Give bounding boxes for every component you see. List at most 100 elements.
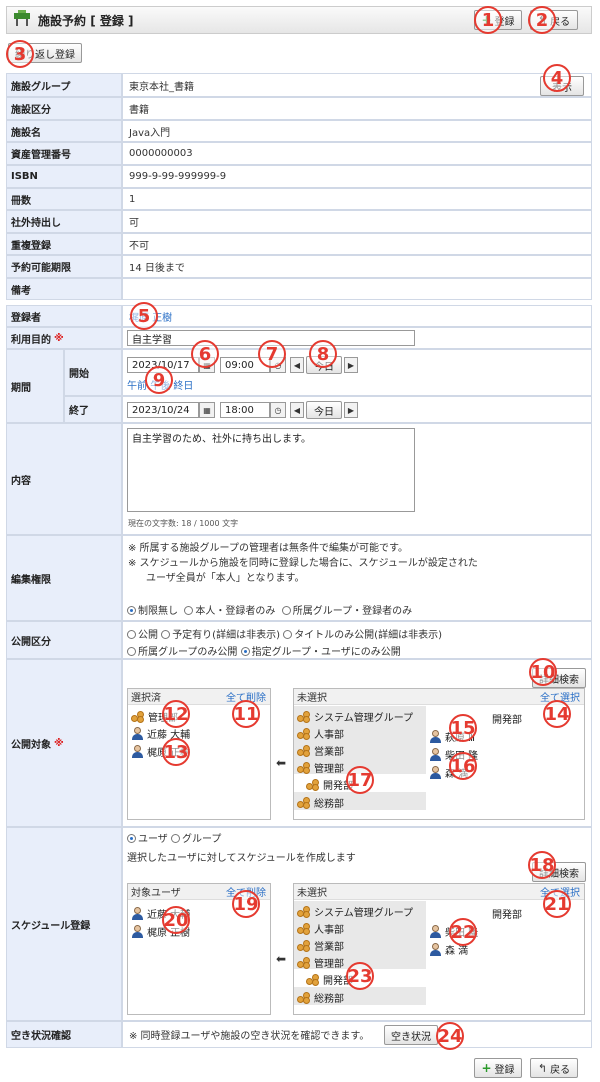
move-left-icon[interactable]: ⬅ xyxy=(276,756,286,770)
list-item[interactable]: 営業部 xyxy=(297,743,344,758)
radio-group-only[interactable]: 所属グループのみ公開 xyxy=(127,647,237,658)
allday-link[interactable]: 終日 xyxy=(173,381,193,392)
facility-icon xyxy=(14,10,30,26)
label-edit: 編集権限 xyxy=(6,535,122,621)
back-arrow-icon: ↰ xyxy=(537,1061,548,1075)
annotation-badge: 5 xyxy=(130,302,158,330)
label-count: 冊数 xyxy=(6,188,122,210)
list-item[interactable]: 管理部 xyxy=(297,760,344,775)
annotation-badge: 20 xyxy=(162,906,190,934)
list-item[interactable]: 総務部 xyxy=(297,795,344,810)
radio-title-only[interactable]: タイトルのみ公開(詳細は非表示) xyxy=(283,630,442,641)
public-options-1: 公開 予定有り(詳細は非表示) タイトルのみ公開(詳細は非表示) xyxy=(127,626,442,641)
label-name: 施設名 xyxy=(6,120,122,142)
radio-public[interactable]: 公開 xyxy=(127,630,158,641)
annotation-badge: 2 xyxy=(528,6,556,34)
value-category: 書籍 xyxy=(122,97,592,120)
list-item[interactable]: 管理部 xyxy=(297,955,344,970)
today-button-end[interactable]: 今日 xyxy=(306,401,342,419)
next-day-icon[interactable]: ▶ xyxy=(344,402,358,418)
group-icon xyxy=(306,973,320,986)
annotation-badge: 7 xyxy=(258,340,286,368)
am-link[interactable]: 午前 xyxy=(127,381,147,392)
annotation-badge: 3 xyxy=(6,40,34,68)
clock-icon[interactable]: ◷ xyxy=(270,402,286,418)
label-public: 公開区分 xyxy=(6,621,122,659)
next-day-icon[interactable]: ▶ xyxy=(344,357,358,373)
user-icon xyxy=(429,730,442,743)
label-target: 公開対象 ※ xyxy=(6,659,122,827)
label-end: 終了 xyxy=(64,396,122,423)
annotation-badge: 8 xyxy=(309,340,337,368)
radio-edit-group[interactable]: 所属グループ・登録者のみ xyxy=(281,606,412,617)
annotation-badge: 16 xyxy=(449,752,477,780)
annotation-badge: 1 xyxy=(474,6,502,34)
list-item[interactable]: 人事部 xyxy=(297,726,344,741)
group-icon xyxy=(297,710,311,723)
annotation-badge: 6 xyxy=(191,340,219,368)
dept-label: 開発部 xyxy=(492,715,522,726)
label-period: 期間 xyxy=(6,349,64,423)
radio-sched-user[interactable]: ユーザ xyxy=(127,834,168,845)
annotation-badge: 4 xyxy=(543,64,571,92)
public-options-2: 所属グループのみ公開 指定グループ・ユーザにのみ公開 xyxy=(127,643,401,658)
radio-scheduled[interactable]: 予定有り(詳細は非表示) xyxy=(161,630,280,641)
label-duplicate: 重複登録 xyxy=(6,233,122,255)
list-item[interactable]: 営業部 xyxy=(297,938,344,953)
annotation-badge: 13 xyxy=(162,738,190,766)
schedule-options: ユーザ グループ xyxy=(127,830,221,845)
dept-label: 開発部 xyxy=(492,910,522,921)
group-icon xyxy=(297,744,311,757)
pub-unselected-list: 未選択 全て選択 システム管理グループ 人事部 営業部 管理部 開発部 総務部 開… xyxy=(293,688,585,820)
label-group: 施設グループ xyxy=(6,73,122,97)
plus-icon: + xyxy=(481,1061,492,1075)
radio-sched-group[interactable]: グループ xyxy=(171,834,221,845)
end-date-input[interactable]: 2023/10/24 xyxy=(127,402,199,418)
user-icon xyxy=(429,766,442,779)
label-availability: 空き状況確認 xyxy=(6,1021,122,1048)
annotation-badge: 24 xyxy=(436,1022,464,1050)
list-item[interactable]: システム管理グループ xyxy=(297,904,413,919)
move-left-icon[interactable]: ⬅ xyxy=(276,952,286,966)
annotation-badge: 11 xyxy=(232,700,260,728)
unselected-header: 未選択全て選択 xyxy=(294,884,584,900)
radio-edit-self[interactable]: 本人・登録者のみ xyxy=(184,606,275,617)
page-title: 施設予約 [ 登録 ] xyxy=(38,14,134,28)
value-limit: 14 日後まで xyxy=(122,255,592,278)
calendar-icon[interactable]: ▦ xyxy=(199,402,215,418)
prev-day-icon[interactable]: ◀ xyxy=(290,402,304,418)
list-item[interactable]: 人事部 xyxy=(297,921,344,936)
annotation-badge: 21 xyxy=(543,890,571,918)
value-remarks xyxy=(122,278,592,300)
label-schedule: スケジュール登録 xyxy=(6,827,122,1021)
availability-button[interactable]: 空き状況 xyxy=(384,1025,438,1045)
label-content: 内容 xyxy=(6,423,122,535)
unselected-header: 未選択全て選択 xyxy=(294,689,584,705)
radio-edit-unlimited[interactable]: 制限無し xyxy=(127,606,178,617)
value-group: 東京本社_書籍 xyxy=(122,73,592,97)
list-item[interactable]: 総務部 xyxy=(297,990,344,1005)
radio-specified[interactable]: 指定グループ・ユーザにのみ公開 xyxy=(240,647,401,658)
value-registrant: 梶原 正樹 xyxy=(122,305,592,327)
sched-unselected-list: 未選択全て選択 システム管理グループ 人事部 営業部 管理部 開発部 総務部 開… xyxy=(293,883,585,1015)
back-button-bottom[interactable]: ↰ 戻る xyxy=(530,1058,578,1078)
register-button-bottom[interactable]: + 登録 xyxy=(474,1058,522,1078)
list-item[interactable]: システム管理グループ xyxy=(297,709,413,724)
label-category: 施設区分 xyxy=(6,97,122,120)
end-time-input[interactable]: 18:00 xyxy=(220,402,270,418)
label-isbn: ISBN xyxy=(6,165,122,188)
label-takeout: 社外持出し xyxy=(6,210,122,233)
annotation-badge: 10 xyxy=(529,658,557,686)
group-icon xyxy=(297,761,311,774)
prev-day-icon[interactable]: ◀ xyxy=(290,357,304,373)
edit-options: 制限無し 本人・登録者のみ 所属グループ・登録者のみ xyxy=(127,602,412,617)
annotation-badge: 17 xyxy=(346,766,374,794)
value-count: 1 xyxy=(122,188,592,210)
value-isbn: 999-9-99-999999-9 xyxy=(122,165,592,188)
label-asset: 資産管理番号 xyxy=(6,142,122,165)
user-icon xyxy=(131,925,144,938)
label-remarks: 備考 xyxy=(6,278,122,300)
group-icon xyxy=(297,727,311,740)
content-textarea[interactable]: 自主学習のため、社外に持ち出します。 xyxy=(127,428,415,512)
annotation-badge: 12 xyxy=(162,700,190,728)
